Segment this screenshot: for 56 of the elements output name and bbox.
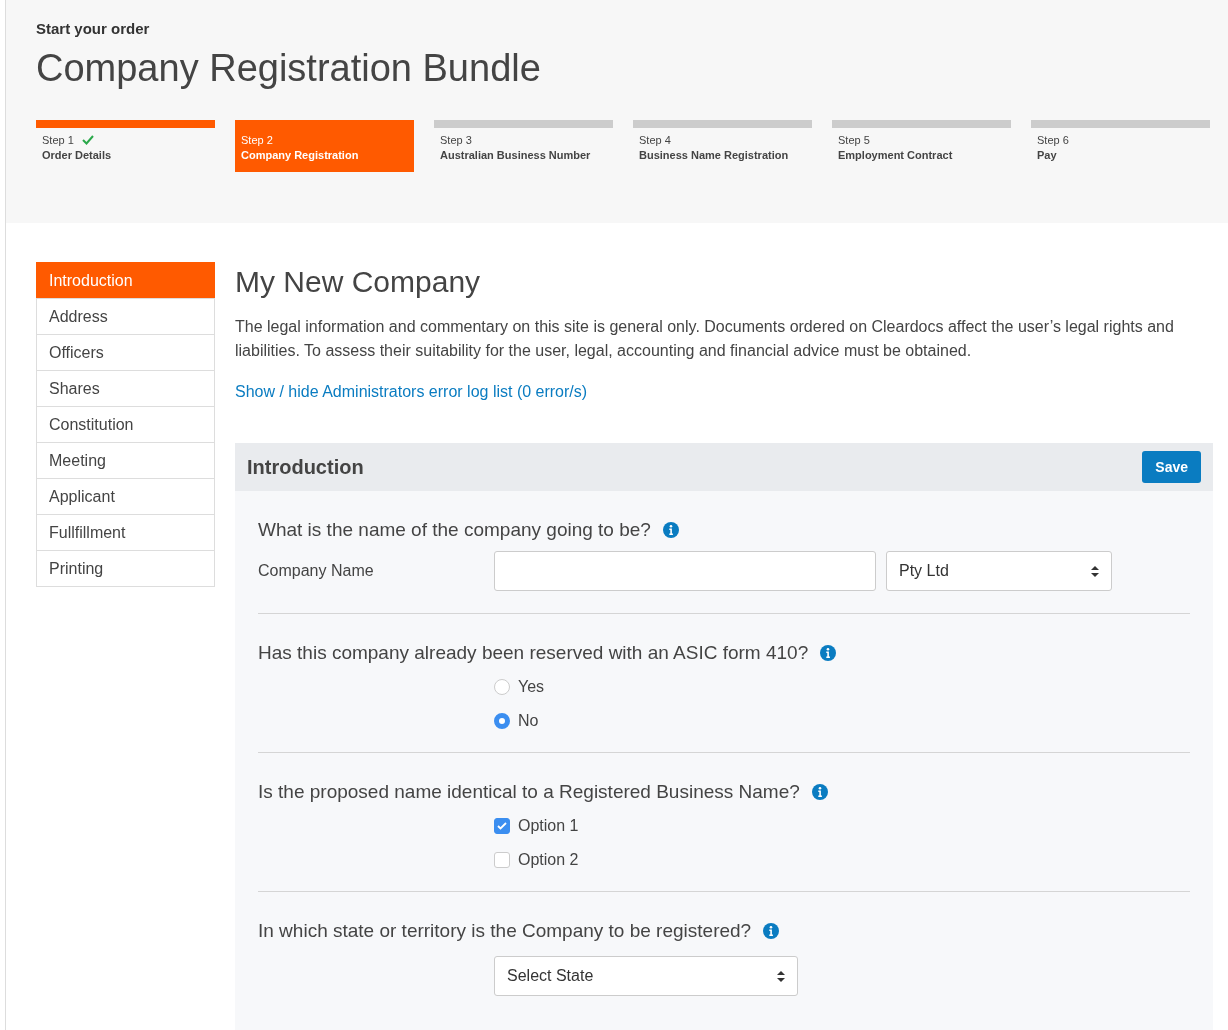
info-icon[interactable]	[820, 645, 837, 661]
step-number: Step 3	[440, 134, 472, 146]
sidebar-item[interactable]: Meeting	[36, 442, 215, 479]
option-label: Option 2	[518, 851, 579, 869]
step-label: Pay	[1037, 149, 1058, 161]
checkbox[interactable]	[494, 818, 510, 834]
progress-step[interactable]: Step 1 Order Details	[36, 120, 215, 172]
disclaimer-text: The legal information and commentary on this site is general only. Documents ordered on Cleardocs affect the user’s legal rights and liabilities. To assess their suitability for the user, legal, accounting and financial advice must be obtained.	[235, 317, 1175, 361]
progress-step[interactable]: Step 5 Employment Contract	[832, 120, 1011, 172]
sidebar-item[interactable]: Applicant	[36, 478, 215, 515]
sort-caret-icon	[777, 970, 785, 982]
step-number: Step 1	[42, 134, 74, 146]
step-label: Australian Business Number	[440, 149, 592, 161]
checkbox[interactable]	[494, 852, 510, 868]
progress-step[interactable]: Step 4 Business Name Registration	[633, 120, 812, 172]
step-label: Employment Contract	[838, 149, 954, 161]
progress-step[interactable]: Step 6 Pay	[1031, 120, 1210, 172]
step-number: Step 4	[639, 134, 671, 146]
question-text: In which state or territory is the Company to be registered?	[258, 920, 752, 942]
step-number: Step 2	[241, 134, 273, 146]
radio-button[interactable]	[494, 713, 510, 729]
page-title: Company Registration Bundle	[36, 47, 542, 90]
eyebrow-heading: Start your order	[36, 20, 151, 37]
question-text: What is the name of the company going to be?	[258, 519, 651, 541]
error-log-link[interactable]: Show / hide Administrators error log list (0 error/s)	[235, 383, 588, 401]
suffix-select[interactable]: Pty Ltd	[886, 551, 1112, 591]
sidebar-item[interactable]: Printing	[36, 550, 215, 587]
info-icon[interactable]	[763, 923, 780, 939]
option-label: Option 1	[518, 817, 579, 835]
step-label: Company Registration	[241, 149, 360, 161]
save-button[interactable]: Save	[1142, 451, 1201, 483]
step-label: Business Name Registration	[639, 149, 790, 161]
state-select[interactable]: Select State	[494, 956, 798, 996]
option-label: No	[518, 712, 539, 730]
sidebar-item[interactable]: Shares	[36, 370, 215, 407]
question-text: Has this company already been reserved with an ASIC form 410?	[258, 642, 809, 664]
sort-caret-icon	[1091, 565, 1099, 577]
radio-button[interactable]	[494, 679, 510, 695]
step-number: Step 6	[1037, 134, 1069, 146]
question-text: Is the proposed name identical to a Registered Business Name?	[258, 781, 800, 803]
progress-step[interactable]: Step 3 Australian Business Number	[434, 120, 613, 172]
info-icon[interactable]	[662, 522, 679, 538]
field-label: Company Name	[258, 562, 375, 580]
checkmark-icon	[81, 135, 94, 145]
panel-title: Introduction	[247, 455, 364, 479]
sidebar-item[interactable]: Officers	[36, 334, 215, 371]
sidebar-item[interactable]: Fullfillment	[36, 514, 215, 551]
sidebar-item[interactable]: Constitution	[36, 406, 215, 443]
company-name-input[interactable]	[494, 551, 876, 591]
step-label: Order Details	[42, 149, 113, 161]
info-icon[interactable]	[811, 784, 828, 800]
option-label: Yes	[518, 678, 545, 696]
section-title: My New Company	[235, 265, 482, 299]
checkmark-icon	[497, 822, 507, 830]
sidebar-item[interactable]: Address	[36, 298, 215, 335]
step-number: Step 5	[838, 134, 870, 146]
